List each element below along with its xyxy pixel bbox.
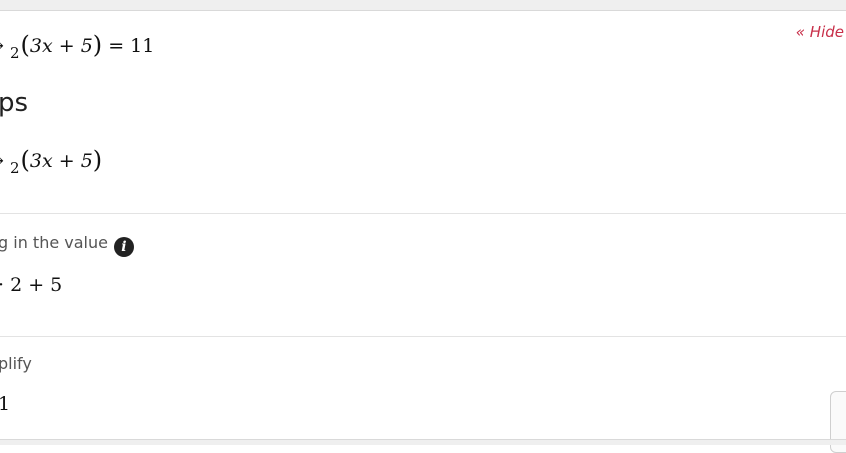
step-label-text: g in the value [0,233,108,252]
limit-arrow: → [0,35,4,57]
bottom-bar [0,439,846,445]
step-label-plug-in: g in the value i [0,233,134,257]
steps-title: eps [0,88,29,118]
step-math-plug-in: · 2 + 5 [0,274,63,296]
step-math-simplify: 1 [0,393,11,415]
limit-body: 3x + 5 [29,150,93,172]
info-icon[interactable]: i [113,237,134,257]
step-divider [0,213,846,214]
limit-target: 2 [9,44,20,62]
problem-expression: → 2(3x + 5) = 11 [0,30,155,62]
hide-steps-link[interactable]: « Hide [796,23,844,41]
solution-panel [0,10,846,440]
step-divider [0,336,846,337]
limit-body: 3x + 5 [29,35,93,57]
limit-expression: → 2(3x + 5) [0,145,102,177]
limit-target: 2 [9,159,20,177]
step-label-simplify: plify [0,354,32,373]
limit-arrow: → [0,150,4,172]
problem-result: = 11 [108,35,155,57]
